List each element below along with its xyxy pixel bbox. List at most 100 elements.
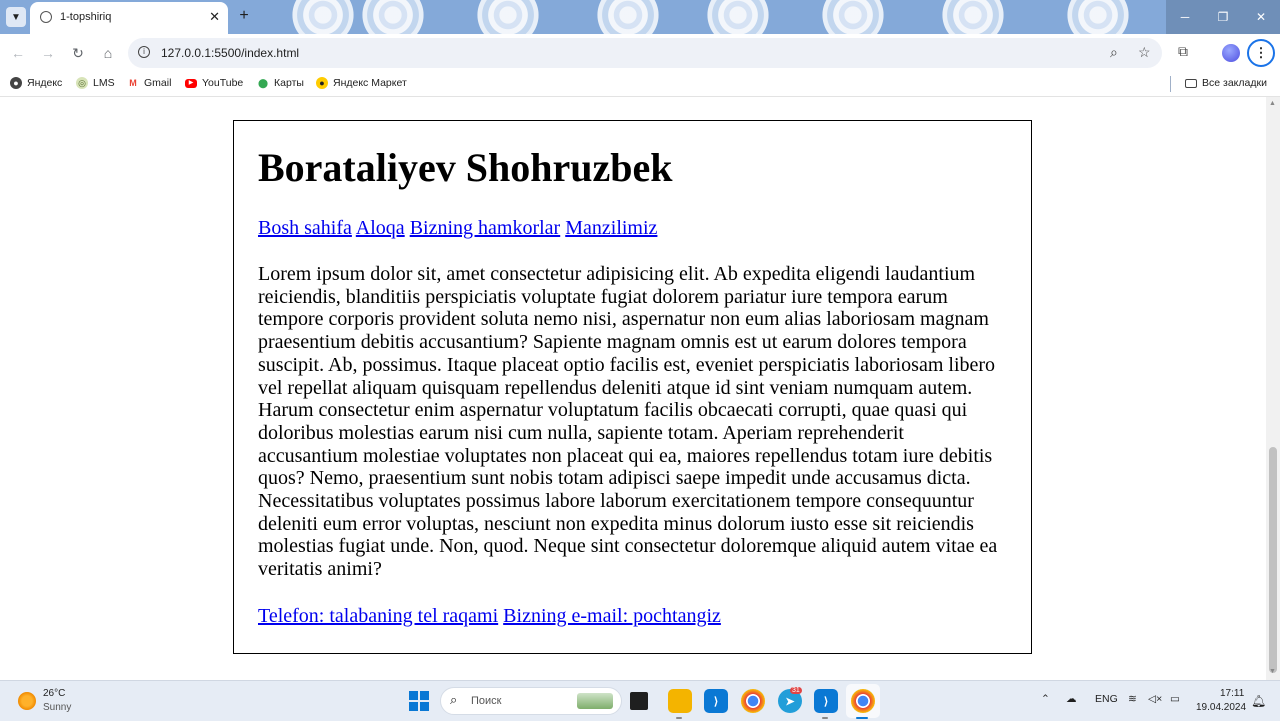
close-window-button[interactable]: ✕: [1242, 0, 1280, 34]
profile-avatar[interactable]: [1222, 44, 1240, 62]
scrollbar-thumb[interactable]: [1269, 447, 1277, 673]
theme-snowflake-decoration: [595, 0, 661, 34]
bookmark-label: Карты: [274, 77, 304, 89]
main-nav: Bosh sahifa Aloqa Bizning hamkorlar Manz…: [258, 216, 1007, 240]
restore-button[interactable]: ❐: [1204, 0, 1242, 34]
bookmarks-bar: ● Яндекс ◎ LMS M Gmail ▶ YouTube ⬤ Карты…: [0, 72, 1280, 97]
bookmark-lms[interactable]: ◎ LMS: [76, 77, 115, 89]
bookmark-label: YouTube: [202, 77, 244, 89]
running-indicator: [856, 717, 868, 719]
back-button[interactable]: ←: [8, 43, 28, 63]
home-button[interactable]: ⌂: [98, 43, 118, 63]
scroll-up-icon[interactable]: ▲: [1269, 100, 1276, 107]
battery-icon[interactable]: ▭: [1170, 693, 1180, 705]
bookmark-yandex-market[interactable]: ● Яндекс Маркет: [316, 77, 407, 89]
bookmark-youtube[interactable]: ▶ YouTube: [185, 77, 243, 89]
reload-button[interactable]: ↻: [68, 43, 88, 63]
content-card: Borataliyev Shohruzbek Bosh sahifa Aloqa…: [233, 120, 1032, 654]
gmail-icon: M: [129, 78, 137, 88]
sun-icon[interactable]: [18, 692, 36, 710]
nav-link-hamkorlar[interactable]: Bizning hamkorlar: [410, 217, 561, 239]
chevron-up-icon[interactable]: ⌃: [1041, 693, 1050, 705]
nav-link-bosh-sahifa[interactable]: Bosh sahifa: [258, 217, 352, 239]
address-bar[interactable]: i 127.0.0.1:5500/index.html ⌕ ☆: [128, 38, 1162, 68]
file-explorer-icon[interactable]: [668, 689, 692, 713]
weather-temperature[interactable]: 26°C: [43, 688, 65, 699]
lms-icon: ◎: [76, 77, 88, 89]
telegram-badge: 31: [790, 687, 802, 694]
reload-icon: ↻: [72, 45, 84, 61]
minimize-button[interactable]: ─: [1166, 0, 1204, 34]
site-info-icon[interactable]: i: [138, 46, 150, 58]
bookmark-label: Все закладки: [1202, 77, 1267, 89]
wifi-icon[interactable]: ≋: [1128, 693, 1137, 705]
running-indicator: [822, 717, 828, 719]
search-highlight-image: [577, 693, 613, 709]
yandex-market-icon: ●: [316, 77, 328, 89]
search-placeholder: Поиск: [471, 695, 502, 707]
speaker-muted-icon[interactable]: ◁×: [1148, 693, 1162, 705]
contact-links: Telefon: talabaning tel raqami Bizning e…: [258, 604, 1007, 628]
browser-toolbar: ← → ↻ ⌂ i 127.0.0.1:5500/index.html ⌕ ☆ …: [0, 34, 1280, 72]
tab-strip: ▼ 1-topshiriq ✕ + ─ ❐ ✕: [0, 0, 1280, 34]
bookmark-label: Яндекс: [27, 77, 63, 89]
forward-button[interactable]: →: [38, 43, 58, 63]
page-title: Borataliyev Shohruzbek: [258, 145, 673, 190]
bookmark-maps[interactable]: ⬤ Карты: [257, 77, 304, 89]
nav-link-aloqa[interactable]: Aloqa: [356, 217, 405, 239]
notification-bell-icon[interactable]: 🔔︎: [1251, 694, 1266, 708]
vscode-icon[interactable]: ⟩: [814, 689, 838, 713]
maps-pin-icon: ⬤: [257, 78, 269, 88]
bookmark-label: Gmail: [144, 77, 172, 89]
vertical-scrollbar[interactable]: ▲ ▼: [1266, 97, 1280, 680]
onedrive-cloud-icon[interactable]: ☁: [1066, 693, 1077, 705]
search-icon: ⌕: [450, 692, 458, 707]
bookmark-star-icon[interactable]: ☆: [1138, 44, 1151, 61]
task-view-icon[interactable]: [630, 692, 648, 710]
theme-snowflake-decoration: [705, 0, 771, 34]
theme-snowflake-decoration: [360, 0, 426, 34]
tab-search-button[interactable]: ▼: [6, 7, 26, 27]
windows-taskbar: 26°C Sunny ⌕ Поиск ⟩ ➤ 31 ⟩ ⌃ ☁ ENG ≋ ◁×…: [0, 680, 1280, 721]
arrow-right-icon: →: [41, 45, 55, 61]
globe-icon: [40, 11, 52, 23]
body-paragraph: Lorem ipsum dolor sit, amet consectetur …: [258, 263, 998, 581]
bookmark-gmail[interactable]: M Gmail: [127, 77, 171, 89]
browser-menu-button[interactable]: ⋮: [1247, 39, 1275, 67]
close-tab-icon[interactable]: ✕: [209, 9, 220, 25]
chrome-icon[interactable]: [851, 689, 875, 713]
chevron-down-icon: ▼: [11, 11, 21, 23]
arrow-left-icon: ←: [11, 45, 25, 61]
bookmark-label: Яндекс Маркет: [333, 77, 407, 89]
tab-title: 1-topshiriq: [60, 11, 112, 23]
theme-snowflake-decoration: [820, 0, 886, 34]
clock-date[interactable]: 19.04.2024: [1196, 702, 1246, 713]
bookmark-yandex[interactable]: ● Яндекс: [10, 77, 62, 89]
chrome-icon[interactable]: [741, 689, 765, 713]
url-text[interactable]: 127.0.0.1:5500/index.html: [161, 46, 299, 60]
home-icon: ⌂: [103, 45, 113, 61]
all-bookmarks-folder[interactable]: Все закладки: [1185, 77, 1267, 89]
clock-time[interactable]: 17:11: [1220, 688, 1244, 699]
theme-snowflake-decoration: [940, 0, 1006, 34]
page-viewport: Borataliyev Shohruzbek Bosh sahifa Aloqa…: [0, 97, 1266, 680]
scroll-down-icon[interactable]: ▼: [1269, 668, 1276, 675]
more-vertical-icon: ⋮: [1254, 45, 1268, 60]
weather-condition[interactable]: Sunny: [43, 702, 71, 713]
folder-icon: [1185, 78, 1197, 88]
language-indicator[interactable]: ENG: [1095, 693, 1118, 705]
theme-snowflake-decoration: [290, 0, 356, 34]
yandex-icon: ●: [10, 77, 22, 89]
taskbar-search[interactable]: ⌕ Поиск: [440, 687, 622, 715]
email-link[interactable]: Bizning e-mail: pochtangiz: [503, 605, 721, 627]
vscode-icon[interactable]: ⟩: [704, 689, 728, 713]
bookmark-label: LMS: [93, 77, 115, 89]
new-tab-button[interactable]: +: [235, 7, 253, 25]
youtube-icon: ▶: [185, 78, 197, 88]
zoom-icon[interactable]: ⌕: [1110, 44, 1118, 61]
windows-start-icon[interactable]: [409, 691, 429, 711]
nav-link-manzilimiz[interactable]: Manzilimiz: [565, 217, 657, 239]
phone-link[interactable]: Telefon: talabaning tel raqami: [258, 605, 498, 627]
extensions-puzzle-icon[interactable]: ⧉: [1178, 43, 1188, 60]
active-tab[interactable]: 1-topshiriq ✕: [30, 2, 228, 34]
